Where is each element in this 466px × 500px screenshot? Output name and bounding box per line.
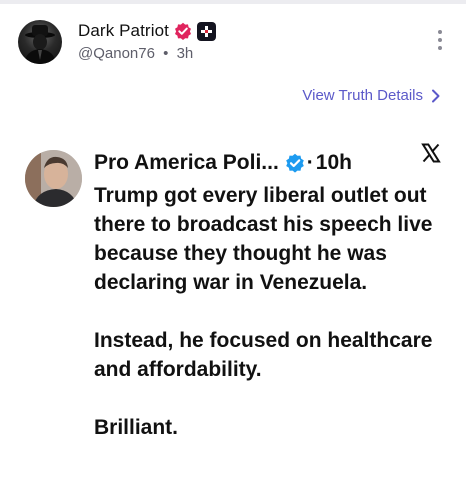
embed-author-name[interactable]: Pro America Poli... bbox=[94, 151, 279, 175]
x-logo-icon bbox=[421, 143, 441, 163]
embed-separator: · bbox=[306, 151, 314, 174]
post-paragraph: Trump got every liberal outlet out there… bbox=[94, 184, 433, 294]
blue-check-icon bbox=[285, 153, 304, 173]
post-paragraph: Brilliant. bbox=[94, 416, 179, 439]
more-vertical-icon[interactable] bbox=[434, 30, 446, 54]
post-time[interactable]: 3h bbox=[177, 45, 194, 62]
top-divider bbox=[0, 0, 466, 4]
verified-badge-icon bbox=[174, 22, 192, 40]
display-name[interactable]: Dark Patriot bbox=[78, 21, 169, 41]
embedded-post[interactable]: Pro America Poli... · 10h Trump got ever… bbox=[25, 140, 445, 490]
name-row: Dark Patriot bbox=[78, 20, 216, 42]
embed-header: Pro America Poli... · 10h bbox=[94, 148, 434, 178]
post-paragraph: Instead, he focused on healthcare and af… bbox=[94, 329, 433, 381]
embed-time[interactable]: 10h bbox=[316, 151, 352, 175]
user-handle[interactable]: @Qanon76 bbox=[78, 45, 155, 62]
view-details-link[interactable]: View Truth Details bbox=[302, 87, 441, 104]
embed-post-text: Trump got every liberal outlet out there… bbox=[94, 181, 439, 442]
separator-dot: • bbox=[163, 45, 169, 62]
plus-badge-icon bbox=[196, 21, 216, 41]
embed-author-avatar[interactable] bbox=[25, 150, 82, 207]
post-card: Dark Patriot @Qanon76 • 3h View Truth De… bbox=[0, 0, 466, 500]
user-info: Dark Patriot @Qanon76 • 3h bbox=[78, 20, 216, 62]
handle-row: @Qanon76 • 3h bbox=[78, 45, 216, 62]
chevron-right-icon bbox=[432, 89, 440, 102]
post-header: Dark Patriot @Qanon76 • 3h bbox=[18, 18, 448, 66]
author-avatar[interactable] bbox=[18, 20, 62, 64]
view-details-label: View Truth Details bbox=[302, 87, 423, 104]
